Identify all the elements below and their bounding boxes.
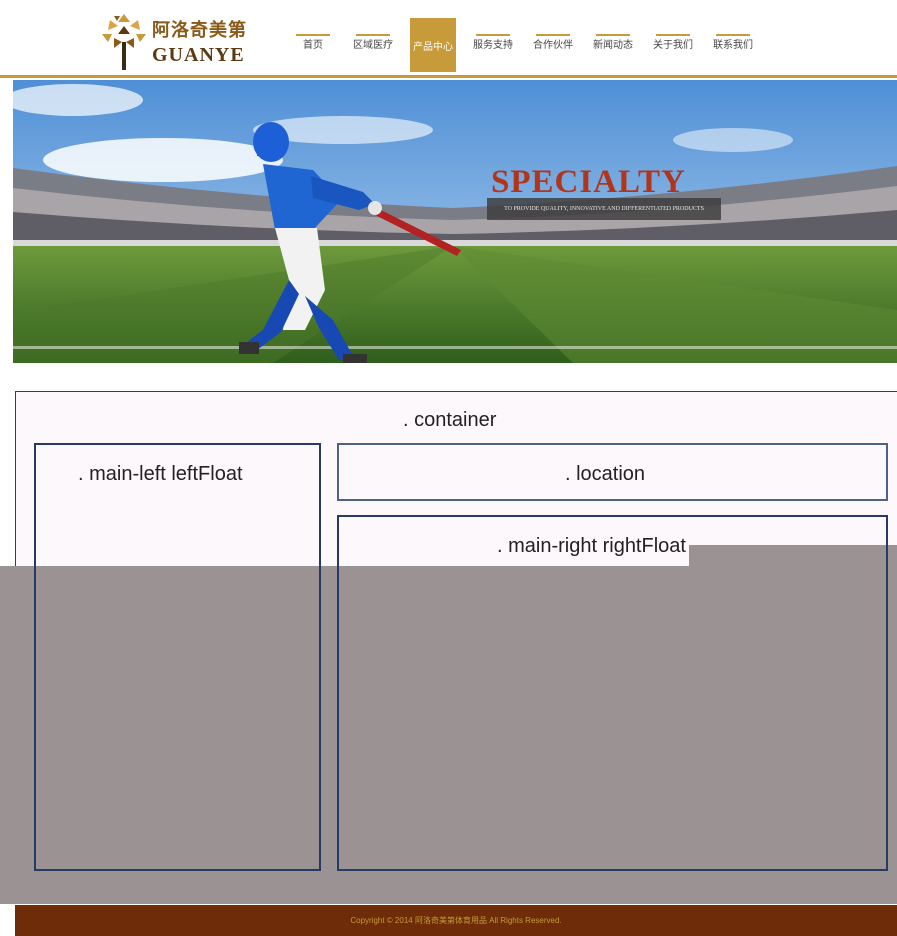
- site-footer: Copyright © 2014 阿洛奇美第体育用品 All Rights Re…: [15, 905, 897, 936]
- nav-item-products[interactable]: 产品中心: [410, 18, 456, 72]
- nav-item-label: 新闻动态: [593, 40, 633, 51]
- nav-item-regional-medical[interactable]: 区域医疗: [348, 18, 398, 72]
- nav-item-contact-us[interactable]: 联系我们: [708, 18, 758, 72]
- nav-divider: [656, 34, 690, 36]
- container-label: . container: [403, 409, 497, 431]
- nav-divider: [596, 34, 630, 36]
- logo-chinese-name: 阿洛奇美第: [152, 20, 247, 40]
- nav-item-label: 联系我们: [713, 40, 753, 51]
- nav-item-home[interactable]: 首页: [290, 18, 336, 72]
- location-label: . location: [565, 463, 646, 485]
- nav-item-label: 首页: [303, 40, 323, 51]
- nav-divider: [356, 34, 390, 36]
- banner-subline: TO PROVIDE QUALITY, INNOVATIVE AND DIFFE…: [487, 198, 721, 220]
- banner-headline: SPECIALTY: [491, 164, 686, 200]
- main-right-box: . main-right rightFloat: [337, 515, 888, 871]
- nav-item-label: 区域医疗: [353, 40, 393, 51]
- nav-divider: [476, 34, 510, 36]
- hero-banner: SPECIALTY TO PROVIDE QUALITY, INNOVATIVE…: [13, 80, 897, 363]
- tree-logo-icon: [102, 14, 146, 70]
- main-left-label: . main-left leftFloat: [78, 463, 243, 485]
- location-box: . location: [337, 443, 888, 501]
- site-header: 阿洛奇美第 GUANYE 首页 区域医疗 产品中心 服务支持 合作伙伴 新闻动态: [0, 0, 897, 78]
- main-left-box: . main-left leftFloat: [34, 443, 321, 871]
- nav-divider: [536, 34, 570, 36]
- nav-item-about-us[interactable]: 关于我们: [648, 18, 698, 72]
- nav-divider: [716, 34, 750, 36]
- nav-item-label: 合作伙伴: [533, 40, 573, 51]
- stadium-baseball-image: [13, 80, 897, 363]
- nav-divider: [296, 34, 330, 36]
- logo-english-name: GUANYE: [152, 44, 245, 66]
- main-right-label: . main-right rightFloat: [497, 535, 686, 557]
- nav-item-label: 产品中心: [413, 42, 453, 53]
- site-logo[interactable]: 阿洛奇美第 GUANYE: [100, 10, 260, 70]
- nav-item-service-support[interactable]: 服务支持: [468, 18, 518, 72]
- nav-item-label: 服务支持: [473, 40, 513, 51]
- nav-item-news[interactable]: 新闻动态: [588, 18, 638, 72]
- copyright-text: Copyright © 2014 阿洛奇美第体育用品 All Rights Re…: [350, 916, 562, 925]
- nav-item-label: 关于我们: [653, 40, 693, 51]
- nav-item-partners[interactable]: 合作伙伴: [528, 18, 578, 72]
